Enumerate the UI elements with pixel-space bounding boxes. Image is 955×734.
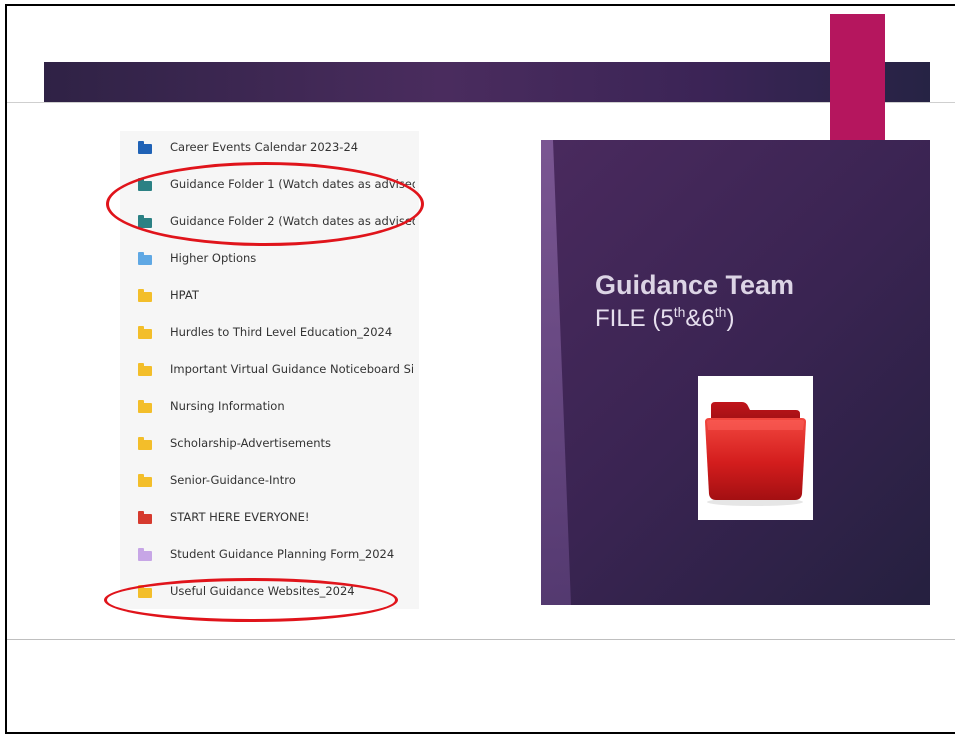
highlight-ellipse-useful-websites [104,578,398,622]
file-row[interactable]: Career Events Calendar 2023-24 [120,133,419,163]
file-label: Higher Options [170,251,257,265]
file-label: Nursing Information [170,399,285,413]
title-panel: Guidance Team FILE (5th&6th) [541,140,930,605]
panel-title: Guidance Team [595,270,795,300]
file-row[interactable]: Student Guidance Planning Form_2024 [120,540,419,570]
subtitle-end: ) [726,305,735,332]
file-label: Student Guidance Planning Form_2024 [170,547,395,561]
file-row[interactable]: Hurdles to Third Level Education_2024 [120,318,419,348]
subtitle-text: FILE (5 [595,305,674,332]
file-row[interactable]: Senior-Guidance-Intro [120,466,419,496]
header-band [44,62,930,102]
folder-icon [138,363,152,376]
subtitle-sup-1: th [673,304,686,320]
subtitle-mid: &6 [685,305,715,332]
folder-icon [138,548,152,561]
folder-icon [138,474,152,487]
footer-divider [7,639,955,640]
folder-icon [138,252,152,265]
file-row[interactable]: START HERE EVERYONE! [120,503,419,533]
file-row[interactable]: Higher Options [120,244,419,274]
folder-icon [138,511,152,524]
folder-icon [138,289,152,302]
folder-icon [138,326,152,339]
subtitle-sup-2: th [714,304,727,320]
file-label: Career Events Calendar 2023-24 [170,140,359,154]
panel-accent-wedge [541,140,571,605]
folder-icon [138,437,152,450]
file-label: Hurdles to Third Level Education_2024 [170,325,393,339]
folder-icon [138,400,152,413]
panel-subtitle: FILE (5th&6th) [595,304,734,333]
file-label: START HERE EVERYONE! [170,510,310,524]
folder-icon [138,141,152,154]
file-row[interactable]: HPAT [120,281,419,311]
highlight-ellipse-guidance-folders [106,162,424,246]
red-folder-icon [698,376,813,520]
file-label: HPAT [170,288,199,302]
file-row[interactable]: Nursing Information [120,392,419,422]
file-label: Scholarship-Advertisements [170,436,331,450]
file-label: Senior-Guidance-Intro [170,473,296,487]
file-row[interactable]: Important Virtual Guidance Noticeboard S… [120,355,419,385]
file-label: Important Virtual Guidance Noticeboard S… [170,362,415,376]
file-row[interactable]: Scholarship-Advertisements [120,429,419,459]
red-folder-graphic [705,402,806,506]
header-divider [7,102,955,103]
